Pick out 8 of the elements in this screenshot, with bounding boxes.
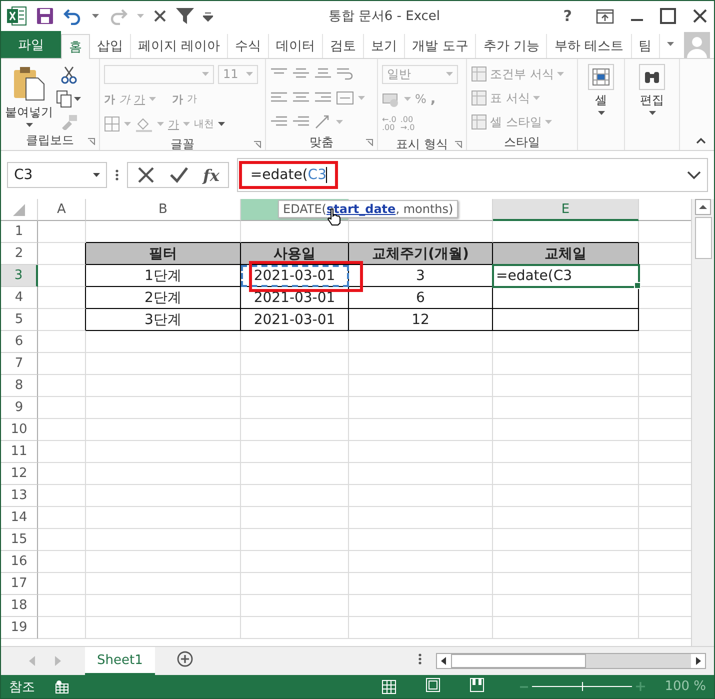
group-label: 표시 형식 bbox=[396, 136, 448, 153]
group-label: 클립보드 bbox=[26, 132, 74, 148]
group-label: 맞춤 bbox=[310, 134, 334, 151]
window-title: 통합 문서6 - Excel bbox=[327, 8, 442, 25]
group-label: 글꼴 bbox=[170, 136, 194, 153]
status-mode: 참조 bbox=[9, 678, 35, 696]
function-tooltip: EDATE(start_date, months) bbox=[278, 200, 458, 218]
group-label: 스타일 bbox=[504, 134, 540, 151]
